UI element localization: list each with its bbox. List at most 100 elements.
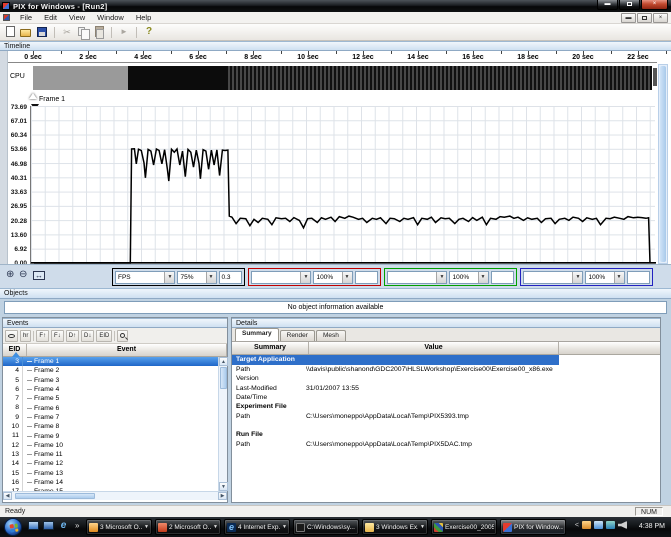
menu-help[interactable]: Help (130, 12, 157, 23)
maximize-button[interactable] (619, 0, 640, 10)
copy-icon[interactable] (77, 26, 89, 38)
event-row[interactable]: 14Frame 12 (3, 459, 218, 468)
zoom-select-green[interactable]: 100%▼ (449, 271, 488, 284)
zoom-in-icon[interactable]: ⊕ (6, 269, 14, 280)
search-icon[interactable] (117, 330, 128, 342)
network-icon[interactable] (606, 521, 615, 529)
child-close-button[interactable]: × (653, 13, 668, 23)
scrollbar-thumb[interactable] (220, 367, 227, 389)
chevron-down-icon[interactable]: ▼ (436, 272, 446, 283)
event-row[interactable]: 5Frame 3 (3, 376, 218, 385)
frame-marker-triangle-up[interactable] (29, 93, 37, 99)
child-restore-button[interactable] (637, 13, 652, 23)
scroll-up-arrow[interactable]: ▲ (219, 357, 228, 366)
paste-icon[interactable] (93, 26, 105, 38)
threshold-field-green[interactable] (491, 271, 514, 284)
open-icon[interactable] (20, 26, 32, 38)
counter-select-red[interactable]: ▼ (251, 271, 311, 284)
events-horizontal-scrollbar[interactable]: ◀ ▶ (3, 491, 227, 500)
tab-mesh[interactable]: Mesh (316, 330, 346, 341)
chevron-down-icon[interactable]: ▼ (478, 272, 488, 283)
child-minimize-button[interactable]: ▬ (621, 13, 636, 23)
image-icon[interactable] (594, 521, 603, 529)
minimize-button[interactable]: ▬ (597, 0, 618, 10)
event-row[interactable]: 12Frame 10 (3, 441, 218, 450)
fit-width-icon[interactable]: ↔ (33, 271, 45, 280)
event-row[interactable]: 11Frame 9 (3, 431, 218, 440)
eye-icon[interactable] (5, 330, 18, 342)
task-button-pix[interactable]: PIX for Window... (500, 519, 566, 535)
task-button-cmd[interactable]: C:\Windows\sy... (293, 519, 359, 535)
event-row[interactable]: 15Frame 13 (3, 469, 218, 478)
scroll-down-arrow[interactable]: ▼ (219, 482, 228, 491)
cpu-track-handle[interactable] (653, 68, 657, 86)
tray-collapse-chevron[interactable]: < (575, 522, 579, 529)
task-button-outlook[interactable]: 3 Microsoft O...▼ (86, 519, 152, 535)
zoom-select-red[interactable]: 100%▼ (313, 271, 352, 284)
counter-select-blue[interactable]: ▼ (523, 271, 583, 284)
event-row[interactable]: 6Frame 4 (3, 385, 218, 394)
events-hr-button[interactable]: hr (20, 330, 31, 342)
document-icon[interactable] (3, 14, 10, 21)
chevron-down-icon[interactable]: ▼ (614, 272, 624, 283)
help-icon[interactable]: ? (143, 26, 155, 38)
summary-column-header[interactable]: Summary (232, 342, 309, 354)
threshold-field-red[interactable] (355, 271, 378, 284)
volume-icon[interactable] (618, 521, 627, 529)
menu-edit[interactable]: Edit (38, 12, 63, 23)
chevron-down-icon[interactable]: ▼ (300, 272, 310, 283)
events-vertical-scrollbar[interactable]: ▲ ▼ (218, 357, 227, 491)
event-row[interactable]: 10Frame 8 (3, 422, 218, 431)
zoom-out-icon[interactable]: ⊖ (19, 269, 27, 280)
menu-view[interactable]: View (63, 12, 91, 23)
events-eid-button[interactable]: EID (96, 330, 112, 342)
events-f-button[interactable]: F↑ (36, 330, 49, 342)
show-desktop-icon[interactable] (28, 521, 39, 530)
chevron-down-icon[interactable]: ▼ (342, 272, 352, 283)
threshold-field-black[interactable]: 0.3 (219, 271, 242, 284)
threshold-field-blue[interactable] (627, 271, 650, 284)
internet-explorer-icon[interactable]: e (58, 521, 69, 530)
switch-windows-icon[interactable] (43, 521, 54, 530)
zoom-select-blue[interactable]: 100%▼ (585, 271, 624, 284)
run-icon[interactable]: ► (118, 26, 130, 38)
task-button-ie[interactable]: e4 Internet Exp...▼ (224, 519, 290, 535)
value-column-header[interactable]: Value (309, 342, 559, 354)
timeline-vertical-scrollbar[interactable] (658, 64, 668, 264)
task-button-folder[interactable]: 3 Windows Ex...▼ (362, 519, 428, 535)
counter-select-green[interactable]: ▼ (387, 271, 447, 284)
event-column-header[interactable]: Event (27, 344, 227, 356)
event-row[interactable]: 8Frame 6 (3, 403, 218, 412)
event-row[interactable]: 16Frame 14 (3, 478, 218, 487)
new-icon[interactable] (4, 26, 16, 38)
tab-render[interactable]: Render (280, 330, 315, 341)
counter-select-black[interactable]: FPS▼ (115, 271, 175, 284)
chevron-down-icon[interactable]: ▼ (213, 524, 218, 530)
event-row[interactable]: 7Frame 5 (3, 394, 218, 403)
events-d-button[interactable]: D↓ (81, 330, 94, 342)
events-d-button[interactable]: D↑ (66, 330, 79, 342)
event-row[interactable]: 4Frame 2 (3, 366, 218, 375)
scroll-right-arrow[interactable]: ▶ (218, 492, 227, 500)
chevron-down-icon[interactable]: ▼ (572, 272, 582, 283)
chevron-down-icon[interactable]: ▼ (282, 524, 287, 530)
menu-file[interactable]: File (14, 12, 38, 23)
task-button-app[interactable]: Exercise00_2005... (431, 519, 497, 535)
event-row[interactable]: 9Frame 7 (3, 413, 218, 422)
scrollbar-thumb[interactable] (660, 66, 666, 262)
task-button-powerpoint[interactable]: 2 Microsoft O...▼ (155, 519, 221, 535)
event-row[interactable]: 13Frame 11 (3, 450, 218, 459)
details-section-heading[interactable]: Target Application (232, 355, 559, 365)
chevron-down-icon[interactable]: ▼ (420, 524, 425, 530)
taskbar-clock[interactable]: 4:38 PM (639, 523, 665, 530)
fps-graph-plot[interactable] (30, 106, 655, 264)
chevron-down-icon[interactable]: ▼ (144, 524, 149, 530)
event-row[interactable]: 3Frame 1 (3, 357, 218, 366)
scroll-left-arrow[interactable]: ◀ (3, 492, 12, 500)
events-f-button[interactable]: F↓ (51, 330, 64, 342)
tab-summary[interactable]: Summary (235, 328, 279, 341)
timeline-ruler[interactable]: 0 sec2 sec4 sec6 sec8 sec10 sec12 sec14 … (8, 51, 657, 63)
zoom-select-black[interactable]: 75%▼ (177, 271, 216, 284)
chevron-down-icon[interactable]: ▼ (164, 272, 174, 283)
menu-window[interactable]: Window (91, 12, 130, 23)
